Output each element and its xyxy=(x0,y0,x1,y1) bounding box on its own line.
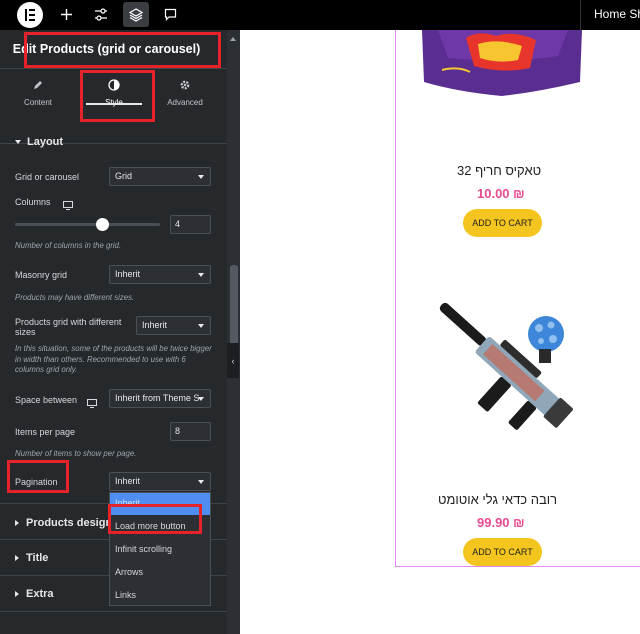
grid-or-carousel-label: Grid or carousel xyxy=(15,172,80,182)
product-image-gel-blaster[interactable] xyxy=(415,279,585,454)
topbar-divider xyxy=(580,0,581,30)
scroll-up-arrow-icon[interactable] xyxy=(230,37,236,41)
columns-number-input[interactable]: 4 xyxy=(170,215,211,234)
extra-section-title: Extra xyxy=(26,588,54,600)
pencil-icon xyxy=(30,77,46,93)
desktop-icon[interactable] xyxy=(87,395,97,413)
extra-section-header[interactable]: Extra xyxy=(15,588,54,600)
pagination-label: Pagination xyxy=(15,477,58,487)
page-name-link[interactable]: Home Sho xyxy=(594,7,640,21)
space-between-label: Space between xyxy=(15,395,78,405)
add-to-cart-button[interactable]: ADD TO CART xyxy=(463,209,542,237)
columns-slider-handle[interactable] xyxy=(96,218,109,231)
layout-section-title: Layout xyxy=(27,136,64,148)
caret-down-icon xyxy=(15,140,21,144)
dropdown-option-load-more[interactable]: Load more button xyxy=(110,516,210,538)
chevron-left-icon: ‹ xyxy=(231,355,235,366)
grid-or-carousel-select[interactable]: Grid xyxy=(109,167,211,186)
columns-note: Number of columns in the grid. xyxy=(15,241,122,250)
tab-advanced[interactable]: Advanced xyxy=(147,69,223,143)
tab-content[interactable]: Content xyxy=(0,69,76,143)
title-section-header[interactable]: Title xyxy=(15,552,48,564)
panel-title-text: Edit Products (grid or carousel) xyxy=(12,42,201,56)
masonry-note: Products may have different sizes. xyxy=(15,293,135,302)
caret-right-icon xyxy=(15,555,19,561)
dropdown-option-links[interactable]: Links xyxy=(110,585,210,607)
add-to-cart-button[interactable]: ADD TO CART xyxy=(463,538,542,566)
masonry-grid-label: Masonry grid xyxy=(15,270,68,280)
dropdown-option-inherit[interactable]: Inherit xyxy=(110,493,210,515)
section-divider xyxy=(0,611,227,612)
dropdown-option-arrows[interactable]: Arrows xyxy=(110,562,210,584)
gear-icon xyxy=(177,77,193,93)
space-between-select[interactable]: Inherit from Theme S xyxy=(109,389,211,408)
product-price: 10.00 ₪ xyxy=(477,186,525,201)
masonry-grid-select[interactable]: Inherit xyxy=(109,265,211,284)
elementor-logo-icon[interactable] xyxy=(17,2,43,28)
different-sizes-note: In this situation, some of the products … xyxy=(15,344,212,374)
chat-icon[interactable] xyxy=(157,0,183,28)
collapse-panel-button[interactable]: ‹ xyxy=(227,343,239,378)
product-title[interactable]: טאקיס חריף 32 xyxy=(457,163,541,178)
columns-slider-track[interactable] xyxy=(15,223,160,226)
half-circle-icon xyxy=(106,77,122,93)
different-sizes-label: Products grid with different sizes xyxy=(15,317,122,337)
desktop-icon[interactable] xyxy=(63,197,73,215)
caret-right-icon xyxy=(15,591,19,597)
add-icon[interactable] xyxy=(53,0,79,28)
pagination-dropdown: Inherit Load more button Infinit scrolli… xyxy=(109,492,211,606)
editor-panel: Edit Products (grid or carousel) Content… xyxy=(0,30,227,634)
items-per-page-input[interactable]: 8 xyxy=(170,422,211,441)
products-design-section-header[interactable]: Products design xyxy=(15,517,112,529)
tab-style-label: Style xyxy=(105,98,123,107)
panel-title: Edit Products (grid or carousel) xyxy=(0,30,227,68)
panel-scrollbar-thumb[interactable] xyxy=(230,265,238,345)
top-bar: Home Sho xyxy=(0,0,640,30)
sliders-icon[interactable] xyxy=(88,0,114,28)
title-section-title: Title xyxy=(26,552,49,564)
items-per-page-note: Number of items to show per page. xyxy=(15,449,137,458)
layout-section-header[interactable]: Layout xyxy=(15,136,63,148)
caret-right-icon xyxy=(15,520,19,526)
product-title[interactable]: רובה כדאי גלי אוטומט xyxy=(438,492,557,507)
product-price: 99.90 ₪ xyxy=(477,515,525,530)
product-image-takis[interactable] xyxy=(418,30,586,98)
dropdown-option-infinit-scrolling[interactable]: Infinit scrolling xyxy=(110,539,210,561)
layers-icon[interactable] xyxy=(123,2,149,27)
tab-content-label: Content xyxy=(23,98,53,107)
tab-style[interactable]: Style xyxy=(76,69,152,143)
different-sizes-select[interactable]: Inherit xyxy=(136,316,211,335)
items-per-page-label: Items per page xyxy=(15,427,76,437)
tab-advanced-label: Advanced xyxy=(167,98,203,107)
panel-tabs: Content Style Advanced xyxy=(0,68,227,144)
pagination-select[interactable]: Inherit xyxy=(109,472,211,491)
products-design-title: Products design xyxy=(26,517,113,529)
columns-label: Columns xyxy=(15,197,51,207)
